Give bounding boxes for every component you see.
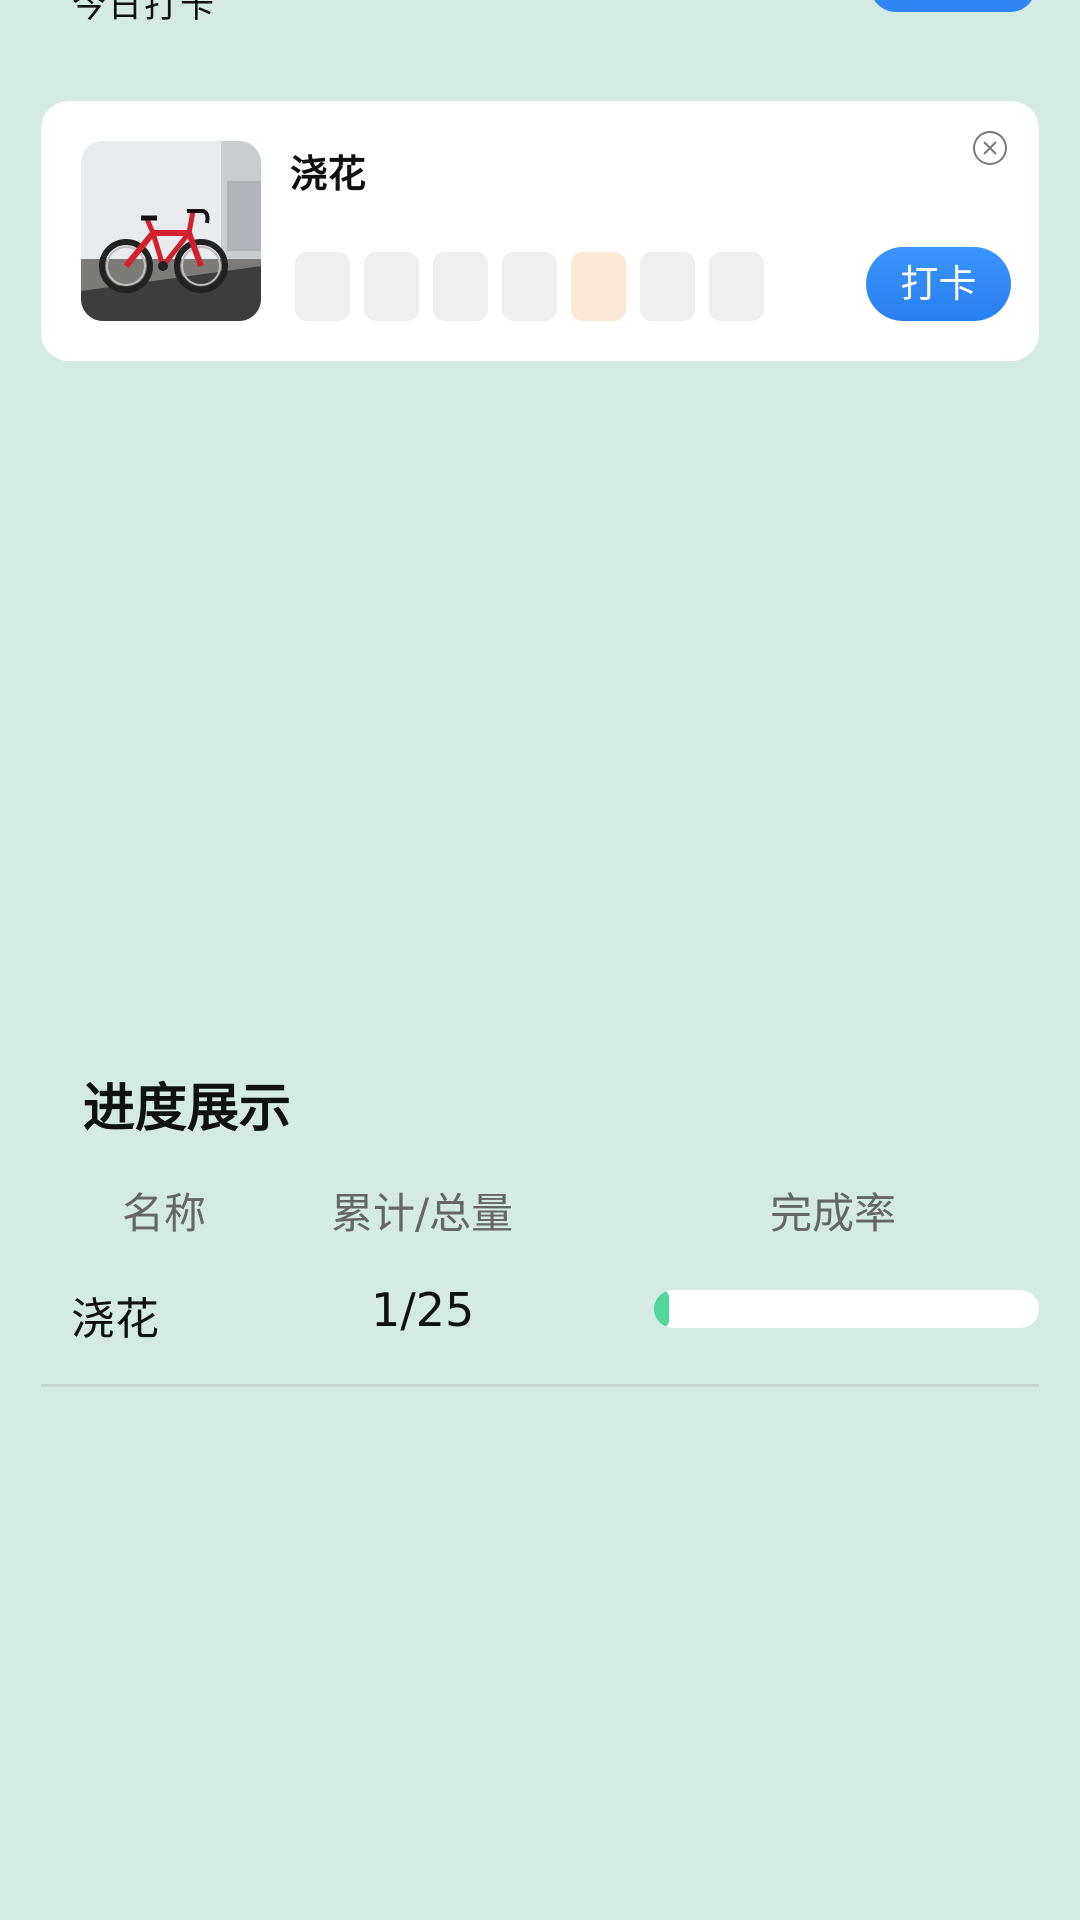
progress-row-total: 1/25 [371, 1283, 475, 1337]
task-card: 浇花 打卡 [41, 101, 1039, 361]
column-header-total: 累计/总量 [331, 1189, 514, 1238]
row-divider [41, 1384, 1039, 1387]
checkin-day-cell-3 [433, 252, 488, 321]
column-header-rate: 完成率 [770, 1189, 897, 1238]
checkin-day-cell-4 [502, 252, 557, 321]
completion-progress-fill [654, 1290, 670, 1328]
progress-row-name: 浇花 [71, 1294, 159, 1345]
task-thumbnail [81, 141, 261, 321]
checkin-day-cell-5 [571, 252, 626, 321]
task-name: 浇花 [290, 152, 367, 196]
column-header-name: 名称 [122, 1189, 207, 1238]
checkin-day-cell-7 [709, 252, 764, 321]
checkin-day-cell-6 [640, 252, 695, 321]
checkin-button[interactable]: 打卡 [866, 247, 1011, 321]
header-title: 今日打卡 [72, 0, 216, 26]
top-action-button[interactable] [870, 0, 1036, 12]
checkin-day-row [295, 252, 764, 321]
checkin-day-cell-2 [364, 252, 419, 321]
progress-title: 进度展示 [83, 1079, 292, 1139]
completion-progress-bar [654, 1290, 1039, 1328]
checkin-day-cell-1 [295, 252, 350, 321]
close-icon[interactable] [972, 130, 1008, 166]
bicycle-image-icon [81, 141, 261, 321]
